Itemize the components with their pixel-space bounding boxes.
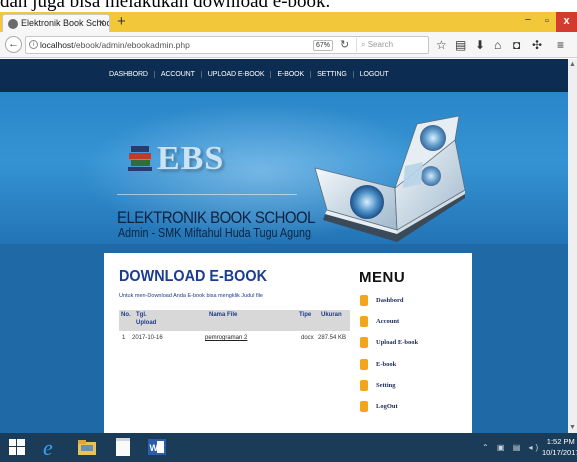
windows-taskbar: e W ⌃ ▣ ▤ ◂) 1:52 PM 10/17/2017 [0, 433, 577, 462]
notepad-icon[interactable] [112, 436, 134, 458]
internet-explorer-icon[interactable]: e [40, 436, 62, 458]
bullet-icon [360, 337, 368, 349]
search-input[interactable]: ⌕ Search [356, 38, 428, 52]
extension-icon[interactable]: ✣ [532, 38, 542, 52]
ebook-table: No. Tgl. Upload Nama File Tipe Ukuran 1 … [119, 310, 350, 345]
site-subtitle: Admin - SMK Miftahul Huda Tugu Agung [118, 226, 312, 240]
screenshot: dan juga bisa melakukan download e-book.… [0, 0, 577, 462]
close-tab-icon[interactable]: × [99, 17, 105, 29]
menu-account[interactable]: ACCOUNT [155, 71, 202, 78]
content-panel: DOWNLOAD E-BOOK Untuk men-Download Anda … [104, 253, 472, 433]
tab-title: Elektronik Book School | e-b [21, 18, 109, 28]
home-icon[interactable]: ⌂ [494, 38, 501, 52]
col-nama-file: Nama File [209, 312, 238, 318]
reload-icon[interactable]: ↻ [340, 38, 349, 51]
caption-text: dan juga bisa melakukan download e-book. [0, 0, 331, 12]
bookmark-star-icon[interactable]: ☆ [436, 38, 447, 52]
bullet-icon [360, 316, 368, 328]
bullet-icon [360, 379, 368, 391]
scroll-up-icon[interactable]: ▲ [569, 61, 576, 68]
taskbar-clock[interactable]: 1:52 PM 10/17/2017 [542, 436, 577, 458]
file-link[interactable]: pemrograman 2 [205, 335, 247, 341]
site-menubar: DASHBORD ACCOUNT UPLOAD E-BOOK E-BOOK SE… [0, 59, 568, 92]
menu-dashbord[interactable]: DASHBORD [103, 71, 155, 78]
page-scrollbar[interactable]: ▲ ▼ [568, 59, 577, 433]
favicon-icon [8, 19, 18, 29]
zoom-indicator[interactable]: 67% [313, 40, 333, 51]
sidebar-title: MENU [359, 269, 406, 286]
cell-tgl: 2017-10-16 [132, 335, 163, 341]
browser-tab[interactable]: Elektronik Book School | e-b × [2, 14, 110, 32]
col-tipe: Tipe [299, 312, 312, 318]
svg-text:e: e [43, 436, 53, 458]
menu-upload-ebook[interactable]: UPLOAD E-BOOK [202, 71, 272, 78]
new-tab-button[interactable]: + [117, 13, 126, 30]
word-icon[interactable]: W [146, 436, 168, 458]
web-page: DASHBORD ACCOUNT UPLOAD E-BOOK E-BOOK SE… [0, 59, 568, 433]
menu-ebook[interactable]: E-BOOK [271, 71, 312, 78]
hamburger-menu-icon[interactable]: ≡ [557, 38, 564, 52]
col-no: No. [121, 312, 131, 318]
reading-list-icon[interactable]: ▤ [455, 38, 466, 52]
clock-date: 10/17/2017 [542, 448, 577, 457]
pocket-icon[interactable]: ◘ [513, 38, 520, 52]
document-caption: dan juga bisa melakukan download e-book. [0, 0, 577, 12]
download-icon[interactable]: ⬇ [475, 38, 485, 52]
site-banner: EBS ELEKTRONIK BOOK SCHOOL Admin - SMK M… [0, 92, 568, 244]
cell-ukuran: 287.54 KB [318, 335, 347, 341]
browser-navbar: ← i localhost/ebook/admin/ebookadmin.php… [0, 32, 577, 58]
windows-start-icon[interactable] [9, 439, 25, 455]
scroll-down-icon[interactable]: ▼ [569, 424, 576, 431]
download-title: DOWNLOAD E-BOOK [119, 268, 267, 285]
cell-no: 1 [122, 335, 126, 341]
download-instruction: Untuk men-Download Anda E-book bisa meng… [119, 293, 263, 299]
cell-tipe: docx [301, 335, 314, 341]
info-icon[interactable]: i [29, 40, 38, 49]
book-stack-icon [128, 146, 152, 171]
bullet-icon [360, 358, 368, 370]
browser-titlebar: Elektronik Book School | e-b × + − ▫ x [0, 12, 577, 32]
svg-text:W: W [150, 443, 159, 453]
close-window-button[interactable]: x [556, 12, 577, 32]
table-row: 1 2017-10-16 pemrograman 2 docx 287.54 K… [119, 331, 350, 345]
clock-time: 1:52 PM [546, 437, 575, 446]
site-logo: EBS [157, 140, 225, 177]
site-title: ELEKTRONIK BOOK SCHOOL [117, 208, 315, 227]
system-tray-icons[interactable]: ⌃ ▣ ▤ ◂) [482, 443, 541, 452]
bullet-icon [360, 400, 368, 412]
back-arrow-icon[interactable]: ← [5, 36, 22, 53]
menu-logout[interactable]: LOGOUT [354, 71, 395, 78]
menu-setting[interactable]: SETTING [311, 71, 354, 78]
open-book-illustration [314, 115, 466, 242]
url-text: localhost/ebook/admin/ebookadmin.php [40, 40, 190, 50]
address-bar[interactable]: i localhost/ebook/admin/ebookadmin.php 6… [25, 36, 429, 54]
col-tgl: Tgl. [136, 312, 147, 318]
file-explorer-icon[interactable] [76, 436, 98, 458]
minimize-button[interactable]: − [519, 14, 537, 34]
bullet-icon [360, 295, 368, 306]
col-upload: Upload [136, 320, 157, 326]
col-ukuran: Ukuran [321, 312, 342, 318]
table-header: No. Tgl. Upload Nama File Tipe Ukuran [119, 310, 350, 331]
